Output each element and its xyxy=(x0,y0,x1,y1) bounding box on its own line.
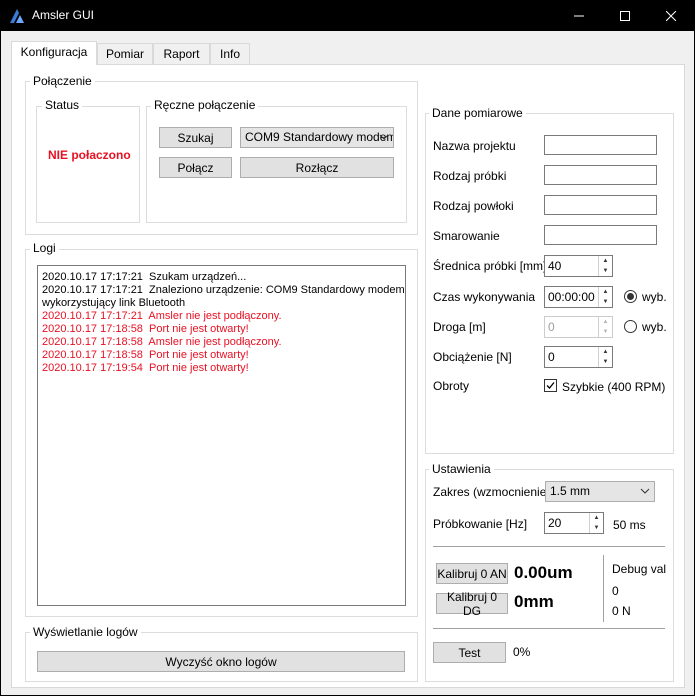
title-bar[interactable]: Amsler GUI xyxy=(0,0,695,31)
debug-title: Debug val xyxy=(612,562,667,576)
log-line: 2020.10.17 17:17:21 Znaleziono urządzeni… xyxy=(42,284,405,296)
search-button[interactable]: Szukaj xyxy=(159,127,232,148)
log-line: 2020.10.17 17:18:58 Amsler nie jest podł… xyxy=(42,336,282,348)
diameter-label: Średnica próbki [mm] xyxy=(433,259,547,273)
status-group-title: Status xyxy=(42,99,83,112)
sampling-value: 20 xyxy=(548,516,562,530)
distance-radio-label: wyb. xyxy=(642,320,667,334)
time-radio[interactable] xyxy=(624,290,637,303)
coating-type-label: Rodzaj powłoki xyxy=(433,199,514,213)
window-title: Amsler GUI xyxy=(32,8,95,22)
connection-status-text: NIE połaczono xyxy=(48,148,131,162)
log-line: 2020.10.17 17:18:58 Port nie jest otwart… xyxy=(42,349,249,361)
port-select-value: COM9 Standardowy modem xyxy=(245,130,394,144)
lubrication-input[interactable] xyxy=(544,225,657,245)
sample-type-label: Rodzaj próbki xyxy=(433,169,507,183)
sampling-ms: 50 ms xyxy=(613,518,646,532)
close-button[interactable] xyxy=(648,0,694,31)
tab-info[interactable]: Info xyxy=(210,43,250,64)
debug-divider xyxy=(603,555,604,622)
project-name-label: Nazwa projektu xyxy=(433,139,516,153)
distance-label: Droga [m] xyxy=(433,320,486,334)
load-spinbox[interactable]: 0 ▲ ▼ xyxy=(544,346,613,368)
fast-checkbox[interactable] xyxy=(544,379,557,392)
divider-line xyxy=(433,546,665,547)
measurement-group-title: Dane pomiarowe xyxy=(429,107,526,120)
debug-value-2: 0 N xyxy=(612,604,631,618)
log-line: wykorzystujący link Bluetooth xyxy=(42,297,186,309)
spin-arrows-icon[interactable]: ▲ ▼ xyxy=(598,347,612,367)
status-group xyxy=(36,106,140,223)
time-spinbox[interactable]: 00:00:00 ▲ ▼ xyxy=(544,286,613,308)
spin-arrows-icon[interactable]: ▲ ▼ xyxy=(589,513,603,533)
range-select-value: 1.5 mm xyxy=(550,484,591,498)
radio-selected-icon xyxy=(627,293,634,300)
divider-line xyxy=(433,628,665,629)
test-percent: 0% xyxy=(513,645,531,659)
diameter-spinbox[interactable]: 40 ▲ ▼ xyxy=(544,255,613,277)
log-line: 2020.10.17 17:17:21 Szukam urządzeń... xyxy=(42,271,247,283)
amsler-logo-icon xyxy=(10,9,24,23)
dg-value: 0mm xyxy=(514,592,554,611)
tab-konfiguracja[interactable]: Konfiguracja xyxy=(11,41,97,65)
project-name-input[interactable] xyxy=(544,135,657,155)
time-radio-label: wyb. xyxy=(642,290,667,304)
calibrate-an-button[interactable]: Kalibruj 0 AN xyxy=(436,563,508,584)
chevron-down-icon xyxy=(379,134,389,140)
sampling-label: Próbkowanie [Hz] xyxy=(433,517,528,531)
connect-button[interactable]: Połącz xyxy=(159,157,232,178)
maximize-button[interactable] xyxy=(602,0,648,31)
load-label: Obciążenie [N] xyxy=(433,350,512,364)
load-value: 0 xyxy=(548,350,555,364)
distance-radio[interactable] xyxy=(624,320,637,333)
test-button[interactable]: Test xyxy=(433,642,506,663)
calibrate-dg-button[interactable]: Kalibruj 0 DG xyxy=(436,590,508,618)
debug-value-1: 0 xyxy=(612,584,619,598)
disconnect-button[interactable]: Rozłącz xyxy=(240,157,394,178)
window-client: Konfiguracja Pomiar Raport Info Połączen… xyxy=(1,31,694,695)
maximize-icon xyxy=(620,10,630,21)
close-icon xyxy=(666,10,676,21)
clear-logs-button[interactable]: Wyczyść okno logów xyxy=(37,651,405,672)
lubrication-label: Smarowanie xyxy=(433,229,500,243)
distance-value: 0 xyxy=(548,320,555,334)
log-display-group-title: Wyświetlanie logów xyxy=(30,626,141,639)
log-line: 2020.10.17 17:17:21 Amsler nie jest podł… xyxy=(42,310,282,322)
spin-arrows-icon[interactable]: ▲ ▼ xyxy=(598,317,612,337)
distance-spinbox[interactable]: 0 ▲ ▼ xyxy=(544,316,613,338)
tab-page-konfiguracja: Połączenie Status NIE połaczono Ręczne p… xyxy=(11,64,685,688)
spin-arrows-icon[interactable]: ▲ ▼ xyxy=(598,287,612,307)
chevron-down-icon xyxy=(640,488,650,494)
port-select[interactable]: COM9 Standardowy modem xyxy=(240,127,394,148)
sample-type-input[interactable] xyxy=(544,165,657,185)
log-line: 2020.10.17 17:19:54 Port nie jest otwart… xyxy=(42,362,249,374)
rotation-label: Obroty xyxy=(433,379,470,393)
log-output[interactable]: 2020.10.17 17:17:21 Szukam urządzeń... 20… xyxy=(37,265,406,606)
logs-group-title: Logi xyxy=(30,242,59,255)
time-value: 00:00:00 xyxy=(548,290,595,304)
settings-group-title: Ustawienia xyxy=(429,463,494,476)
range-select[interactable]: 1.5 mm xyxy=(545,481,655,502)
spin-arrows-icon[interactable]: ▲ ▼ xyxy=(598,256,612,276)
checkmark-icon xyxy=(546,382,555,389)
range-label: Zakres (wzmocnienie) xyxy=(433,485,551,499)
time-label: Czas wykonywania xyxy=(433,290,536,304)
minimize-button[interactable] xyxy=(556,0,602,31)
connection-group-title: Połączenie xyxy=(30,75,95,88)
tab-raport[interactable]: Raport xyxy=(153,43,210,64)
log-line: 2020.10.17 17:18:58 Port nie jest otwart… xyxy=(42,323,249,335)
diameter-value: 40 xyxy=(548,259,562,273)
coating-type-input[interactable] xyxy=(544,195,657,215)
tab-pomiar[interactable]: Pomiar xyxy=(97,43,153,64)
an-value: 0.00um xyxy=(514,563,573,582)
sampling-spinbox[interactable]: 20 ▲ ▼ xyxy=(544,512,604,534)
fast-checkbox-label: Szybkie (400 RPM) xyxy=(562,380,666,394)
minimize-icon xyxy=(574,15,584,16)
manual-connection-title: Ręczne połączenie xyxy=(151,99,259,112)
